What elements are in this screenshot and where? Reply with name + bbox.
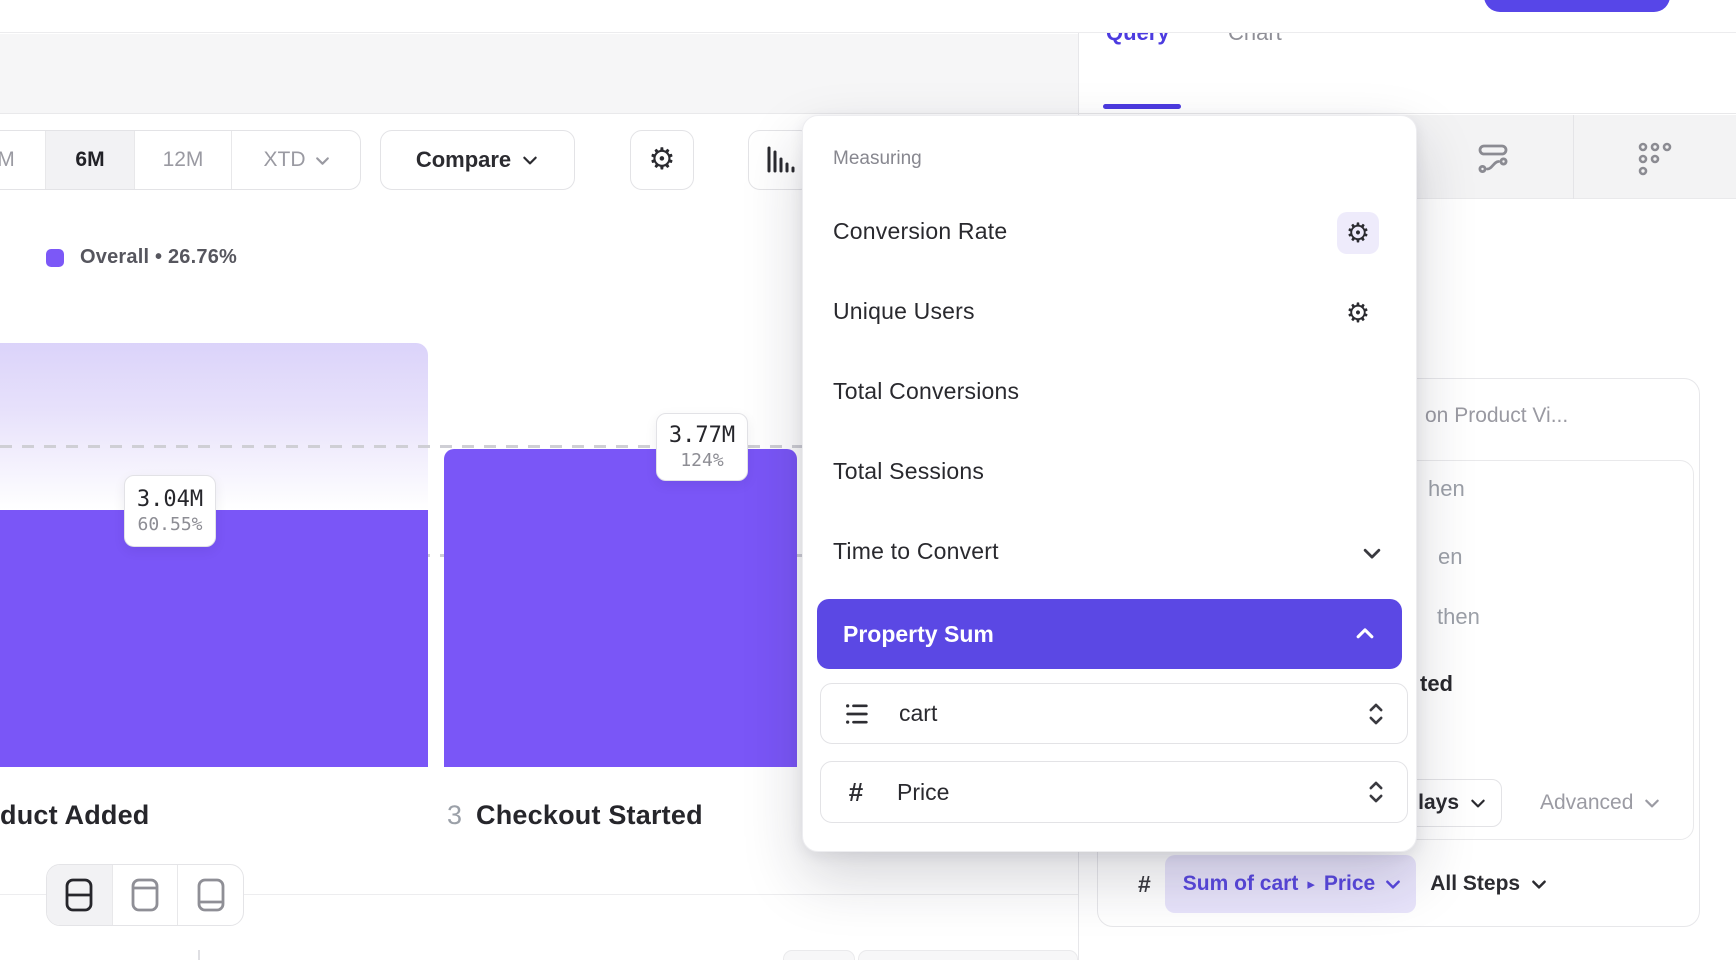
- menu-item-property-sum-selected[interactable]: Property Sum: [817, 599, 1402, 669]
- time-range-6m-label: 6M: [75, 148, 104, 172]
- layout-split-icon: [63, 876, 95, 914]
- list-icon: [841, 700, 873, 728]
- legend-series-name: Overall: [80, 246, 149, 268]
- grid-dots-icon[interactable]: [1635, 139, 1675, 179]
- chevron-down-icon: [1361, 542, 1383, 564]
- gear-icon: ⚙: [1346, 300, 1370, 327]
- card-title-fragment: on Product Vi...: [1425, 404, 1568, 428]
- legend-label: Overall • 26.76%: [80, 246, 237, 269]
- chevron-down-icon: [1530, 875, 1548, 893]
- window-label-fragment: lays: [1418, 791, 1459, 815]
- tooltip-value: 3.04M: [137, 487, 203, 512]
- primary-cta-button[interactable]: [1484, 0, 1670, 12]
- measuring-dropdown: Measuring Conversion Rate ⚙ Unique Users…: [802, 115, 1417, 852]
- dropdown-title: Measuring: [833, 148, 922, 170]
- board-background-strip: [0, 34, 1078, 114]
- time-range-xtd-label: XTD: [264, 148, 306, 172]
- time-range-12m-label: 12M: [163, 148, 204, 172]
- hash-icon: #: [841, 777, 871, 808]
- layout-split-toggle[interactable]: [47, 865, 113, 925]
- property-field-value: Price: [897, 779, 1339, 806]
- chevron-down-icon: [1643, 794, 1661, 812]
- time-range-m[interactable]: M: [0, 131, 46, 189]
- compare-label: Compare: [416, 147, 511, 173]
- chip-text: Sum of cart: [1183, 872, 1299, 896]
- chevron-up-icon: [1354, 623, 1376, 645]
- layout-toggle-group: [46, 864, 244, 926]
- layout-top-icon: [129, 876, 161, 914]
- unique-users-settings-button[interactable]: ⚙: [1337, 292, 1379, 334]
- layout-bottom-toggle[interactable]: [178, 865, 243, 925]
- step-text-fragment: hen: [1428, 476, 1465, 502]
- stepper-icon[interactable]: [1365, 779, 1387, 805]
- step-text-fragment: then: [1437, 604, 1480, 630]
- funnel-bar-checkout-started[interactable]: [444, 449, 797, 767]
- time-range-m-label: M: [0, 148, 15, 172]
- chip-property: Price: [1324, 872, 1375, 896]
- chevron-down-icon: [1469, 794, 1487, 812]
- time-range-segmented-control: M 6M 12M XTD: [0, 130, 361, 190]
- chevron-down-icon: [521, 151, 539, 169]
- measurement-row: # Sum of cart ▸ Price All Steps: [1138, 855, 1548, 913]
- flow-view-icon[interactable]: [1473, 139, 1513, 179]
- step-name: Checkout Started: [476, 800, 703, 831]
- menu-item-unique-users[interactable]: Unique Users: [833, 298, 975, 325]
- menu-item-total-conversions[interactable]: Total Conversions: [833, 378, 1019, 405]
- tooltip-conversion: 124%: [680, 450, 723, 471]
- step-name: duct Added: [0, 800, 150, 831]
- step-text-fragment: ted: [1420, 671, 1453, 697]
- chevron-down-icon: [314, 152, 331, 169]
- menu-item-time-to-convert[interactable]: Time to Convert: [833, 538, 999, 565]
- layout-top-toggle[interactable]: [113, 865, 179, 925]
- event-select-field[interactable]: cart: [820, 683, 1408, 744]
- all-steps-label: All Steps: [1430, 872, 1520, 896]
- bar-tooltip-1: 3.04M 60.55%: [124, 475, 216, 547]
- advanced-button[interactable]: Advanced: [1540, 791, 1661, 815]
- step-label-product-added: duct Added: [0, 800, 150, 831]
- right-panel-tabbar: [1079, 34, 1736, 114]
- step-index: 3: [447, 800, 462, 831]
- legend-swatch: [46, 249, 64, 267]
- chevron-down-icon: [1384, 875, 1402, 893]
- menu-item-conversion-rate[interactable]: Conversion Rate: [833, 218, 1007, 245]
- property-sum-label: Property Sum: [843, 621, 994, 648]
- stepper-icon[interactable]: [1365, 701, 1387, 727]
- property-select-field[interactable]: # Price: [820, 761, 1408, 823]
- legend-value: 26.76%: [168, 246, 237, 268]
- top-header-bar: [0, 0, 1736, 33]
- hash-icon: #: [1138, 871, 1151, 898]
- all-steps-button[interactable]: All Steps: [1430, 872, 1548, 896]
- toolband-divider: [1573, 115, 1574, 199]
- layout-bottom-icon: [195, 876, 227, 914]
- gear-icon: ⚙: [649, 145, 676, 175]
- conversion-rate-settings-button[interactable]: ⚙: [1337, 212, 1379, 254]
- funnel-bar-product-added[interactable]: [0, 510, 428, 767]
- bar-tooltip-2: 3.77M 124%: [656, 413, 748, 481]
- bar-chart-icon: [762, 142, 798, 178]
- table-column-tick: [198, 950, 200, 960]
- tooltip-conversion: 60.55%: [137, 514, 202, 535]
- compare-button[interactable]: Compare: [380, 130, 575, 190]
- menu-item-total-sessions[interactable]: Total Sessions: [833, 458, 984, 485]
- arrow-right-icon: ▸: [1307, 875, 1315, 893]
- tooltip-value: 3.77M: [669, 423, 735, 448]
- advanced-label: Advanced: [1540, 791, 1633, 815]
- measurement-chip[interactable]: Sum of cart ▸ Price: [1165, 855, 1416, 913]
- time-range-6m[interactable]: 6M: [46, 131, 135, 189]
- legend-separator: •: [155, 246, 162, 268]
- chart-settings-button[interactable]: ⚙: [630, 130, 694, 190]
- active-tab-underline: [1103, 104, 1181, 109]
- time-range-xtd[interactable]: XTD: [232, 131, 361, 189]
- legend: Overall • 26.76%: [46, 246, 237, 269]
- step-text-fragment: en: [1438, 544, 1462, 570]
- time-range-12m[interactable]: 12M: [135, 131, 232, 189]
- event-field-value: cart: [899, 700, 1339, 727]
- gear-icon: ⚙: [1346, 220, 1370, 247]
- table-header-cell: [858, 950, 1078, 960]
- table-header-cell: [783, 950, 855, 960]
- step-label-checkout-started: 3 Checkout Started: [447, 800, 703, 831]
